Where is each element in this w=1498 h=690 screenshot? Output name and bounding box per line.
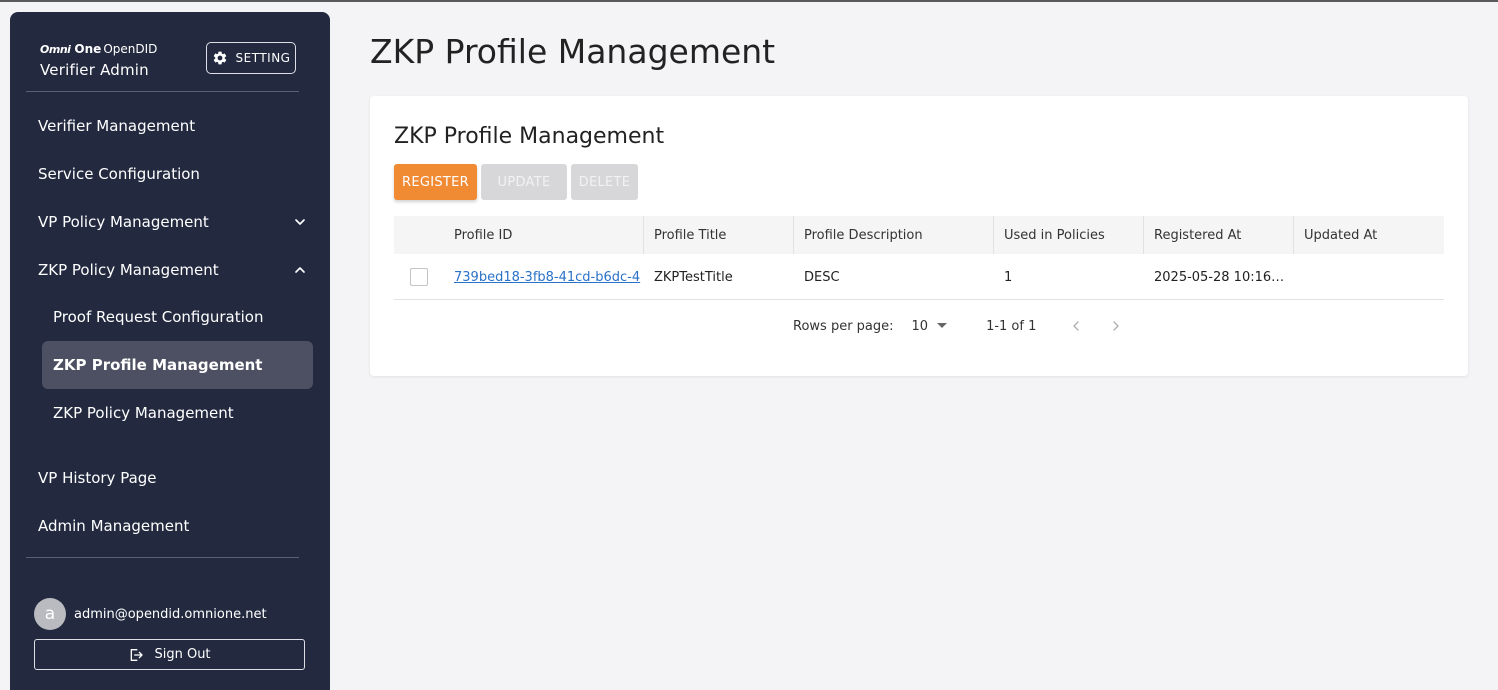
sidebar-subitem-label: ZKP Policy Management — [53, 404, 234, 422]
table-header: Profile ID Profile Title Profile Descrip… — [394, 216, 1444, 254]
brand: Omni One OpenDID Verifier Admin — [40, 42, 157, 79]
sign-out-button[interactable]: Sign Out — [34, 639, 305, 670]
table-row[interactable]: 739bed18-3fb8-41cd-b6dc-4 ZKPTestTitle D… — [394, 254, 1444, 300]
rows-per-page-select[interactable]: 10 — [912, 319, 949, 334]
sidebar-subitem-label: ZKP Profile Management — [53, 356, 263, 374]
gear-icon — [213, 51, 226, 65]
header-checkbox-cell — [394, 216, 444, 254]
cell-used-in-policies: 1 — [1004, 269, 1013, 285]
chevron-right-icon — [1113, 321, 1120, 331]
update-button[interactable]: UPDATE — [481, 164, 567, 200]
column-header-profile-title[interactable]: Profile Title — [644, 216, 794, 254]
chevron-up-icon — [295, 267, 305, 273]
sidebar-divider — [26, 557, 299, 558]
sidebar-item-label: Admin Management — [38, 517, 190, 535]
register-button[interactable]: REGISTER — [394, 164, 477, 200]
card-title: ZKP Profile Management — [394, 124, 665, 149]
sidebar-item-admin-management[interactable]: Admin Management — [38, 506, 308, 546]
rows-per-page-label: Rows per page: — [793, 318, 894, 334]
profile-id-link[interactable]: 739bed18-3fb8-41cd-b6dc-4 — [454, 270, 640, 285]
column-header-profile-description[interactable]: Profile Description — [794, 216, 994, 254]
logo-one: One — [74, 42, 102, 56]
caret-down-icon — [937, 323, 948, 328]
sidebar-subitem-label: Proof Request Configuration — [53, 308, 264, 326]
cell-registered-at: 2025-05-28 10:16… — [1154, 269, 1285, 285]
previous-page-button[interactable] — [1068, 318, 1084, 334]
sidebar-subitem-zkp-profile-management[interactable]: ZKP Profile Management — [42, 341, 313, 389]
column-header-used-in-policies[interactable]: Used in Policies — [994, 216, 1144, 254]
cell-profile-id: 739bed18-3fb8-41cd-b6dc-4 — [444, 254, 644, 300]
sidebar-divider — [26, 91, 299, 92]
column-header-registered-at[interactable]: Registered At — [1144, 216, 1294, 254]
brand-subtitle: Verifier Admin — [40, 61, 149, 79]
cell-profile-title: ZKPTestTitle — [654, 269, 733, 285]
delete-button[interactable]: DELETE — [571, 164, 638, 200]
sidebar-item-vp-policy-management[interactable]: VP Policy Management — [38, 202, 308, 242]
cell-updated-at — [1294, 254, 1444, 300]
sidebar-subitem-proof-request-configuration[interactable]: Proof Request Configuration — [42, 293, 313, 341]
chevron-down-icon — [295, 219, 305, 225]
pagination: Rows per page: 10 1-1 of 1 — [793, 318, 1124, 334]
sidebar-item-label: ZKP Policy Management — [38, 261, 219, 279]
sidebar-item-label: Service Configuration — [38, 165, 200, 183]
column-header-updated-at[interactable]: Updated At — [1294, 216, 1444, 254]
sidebar-item-zkp-policy-management[interactable]: ZKP Policy Management — [38, 250, 308, 290]
column-header-profile-id[interactable]: Profile ID — [444, 216, 644, 254]
sidebar-item-verifier-management[interactable]: Verifier Management — [38, 106, 308, 146]
sidebar-subitem-zkp-policy-management[interactable]: ZKP Policy Management — [42, 389, 313, 437]
sidebar-item-vp-history-page[interactable]: VP History Page — [38, 458, 308, 498]
page-title: ZKP Profile Management — [370, 32, 776, 71]
logo-opendid: OpenDID — [103, 42, 158, 56]
sidebar-item-label: VP History Page — [38, 469, 157, 487]
logo-mark: Omni — [40, 42, 71, 56]
page-info: 1-1 of 1 — [986, 318, 1037, 334]
setting-button[interactable]: SETTING — [206, 42, 296, 74]
next-page-button[interactable] — [1108, 318, 1124, 334]
row-checkbox-cell — [394, 254, 444, 300]
sign-out-label: Sign Out — [154, 647, 211, 662]
sidebar-item-service-configuration[interactable]: Service Configuration — [38, 154, 308, 194]
cell-profile-description: DESC — [804, 269, 840, 285]
user-email: admin@opendid.omnione.net — [74, 606, 267, 622]
content-card: ZKP Profile Management REGISTER UPDATE D… — [370, 96, 1468, 376]
row-checkbox[interactable] — [410, 268, 428, 286]
chevron-left-icon — [1073, 321, 1080, 331]
avatar: a — [34, 598, 66, 630]
profile-table: Profile ID Profile Title Profile Descrip… — [394, 216, 1444, 300]
setting-label: SETTING — [235, 51, 291, 65]
brand-logo: Omni One OpenDID — [40, 42, 157, 56]
sidebar: Omni One OpenDID Verifier Admin SETTING … — [10, 12, 330, 690]
user-info: a admin@opendid.omnione.net — [34, 598, 267, 630]
sidebar-item-label: Verifier Management — [38, 117, 196, 135]
logout-icon — [131, 648, 144, 661]
rows-per-page-value: 10 — [911, 318, 929, 334]
sidebar-item-label: VP Policy Management — [38, 213, 209, 231]
